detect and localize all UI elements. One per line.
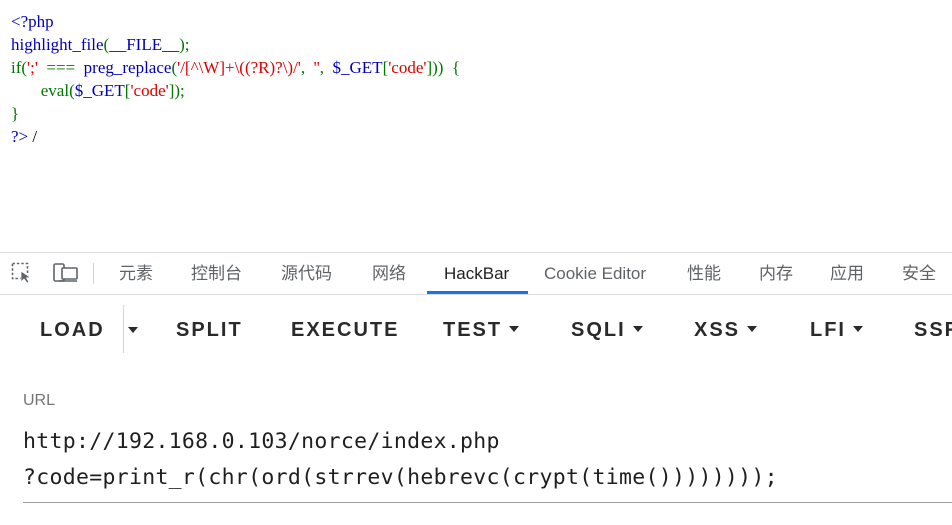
test-chevron-down-icon [509,325,520,332]
source-line: } [11,102,460,125]
source-token: __FILE__ [109,35,180,54]
tab-sources[interactable]: 源代码 [281,253,332,294]
source-token: highlight_file [11,35,104,54]
tab-performance[interactable]: 性能 [687,253,721,294]
test-menu-button[interactable]: TEST [443,306,520,354]
source-token: preg_replace [83,58,172,77]
lfi-chevron-down-icon [853,325,863,332]
tab-cookie-editor[interactable]: Cookie Editor [544,253,646,294]
xss-menu-label: XSS [694,319,741,341]
tab-bar-divider [93,263,94,284]
xss-menu-button[interactable]: XSS [694,306,758,354]
source-token: eval [11,81,70,100]
url-label: URL [23,392,56,409]
tab-security[interactable]: 安全 [902,253,936,294]
source-token: $_GET [332,58,383,77]
ssrf-menu-button[interactable]: SSR [914,306,952,354]
split-button-label: SPLIT [176,319,243,341]
url-textarea[interactable]: http://192.168.0.103/norce/index.php ?co… [23,424,952,496]
source-token: 'code' [388,58,427,77]
tab-elements[interactable]: 元素 [119,253,153,294]
source-token: } [11,104,20,123]
load-chevron-down-icon [128,327,138,333]
source-token: , [319,58,333,77]
tab-console[interactable]: 控制台 [191,253,242,294]
source-token: $_GET [74,81,125,100]
lfi-menu-button[interactable]: LFI [810,306,863,354]
source-token: 'code' [130,81,169,100]
source-line: <?php [11,10,460,33]
devtools-tab-bar: 元素 控制台 源代码 网络 HackBar Cookie Editor 性能 内… [0,252,952,295]
php-source-code: <?php highlight_file(__FILE__); if(';' ===… [11,10,460,148]
test-menu-label: TEST [443,319,503,341]
source-token: ])) { [426,58,461,77]
source-line: if(';' === preg_replace('/[^\W]+\((?R)?\… [11,56,460,79]
sqli-menu-button[interactable]: SQLI [571,306,643,354]
url-field-underline [23,502,952,503]
load-options-dropdown[interactable] [127,306,149,354]
lfi-menu-label: LFI [810,319,846,341]
source-token: === [37,58,84,77]
source-token: '/[^\W]+\((?R)?\)/' [177,58,301,77]
sqli-menu-label: SQLI [571,319,626,341]
source-token: ';' [27,58,38,77]
source-token: <?php [11,12,54,31]
tab-network[interactable]: 网络 [372,253,406,294]
tab-hackbar[interactable]: HackBar [444,253,509,294]
source-token: ]); [168,81,185,100]
devtools-panel: 元素 控制台 源代码 网络 HackBar Cookie Editor 性能 内… [0,252,952,525]
source-token: , [300,58,314,77]
load-button-label: LOAD [40,319,105,341]
ssrf-menu-label: SSR [914,319,952,341]
tab-application[interactable]: 应用 [830,253,864,294]
split-button[interactable]: SPLIT [176,306,243,354]
source-line: eval($_GET['code']); [11,79,460,102]
source-token: ); [179,35,190,54]
source-token: if( [11,58,28,77]
inspect-element-icon[interactable] [11,262,35,284]
active-tab-indicator [427,291,528,294]
device-toolbar-icon[interactable] [53,262,78,284]
source-token: / [28,127,38,146]
tab-memory[interactable]: 内存 [759,253,793,294]
load-split-divider [123,305,124,353]
execute-button-label: EXECUTE [291,319,400,341]
sqli-chevron-down-icon [632,325,643,332]
source-line: highlight_file(__FILE__); [11,33,460,56]
xss-chevron-down-icon [747,325,758,332]
source-token: ?> [11,127,29,146]
load-button[interactable]: LOAD [40,306,105,354]
execute-button[interactable]: EXECUTE [291,306,399,354]
source-line: ?> / [11,125,460,148]
